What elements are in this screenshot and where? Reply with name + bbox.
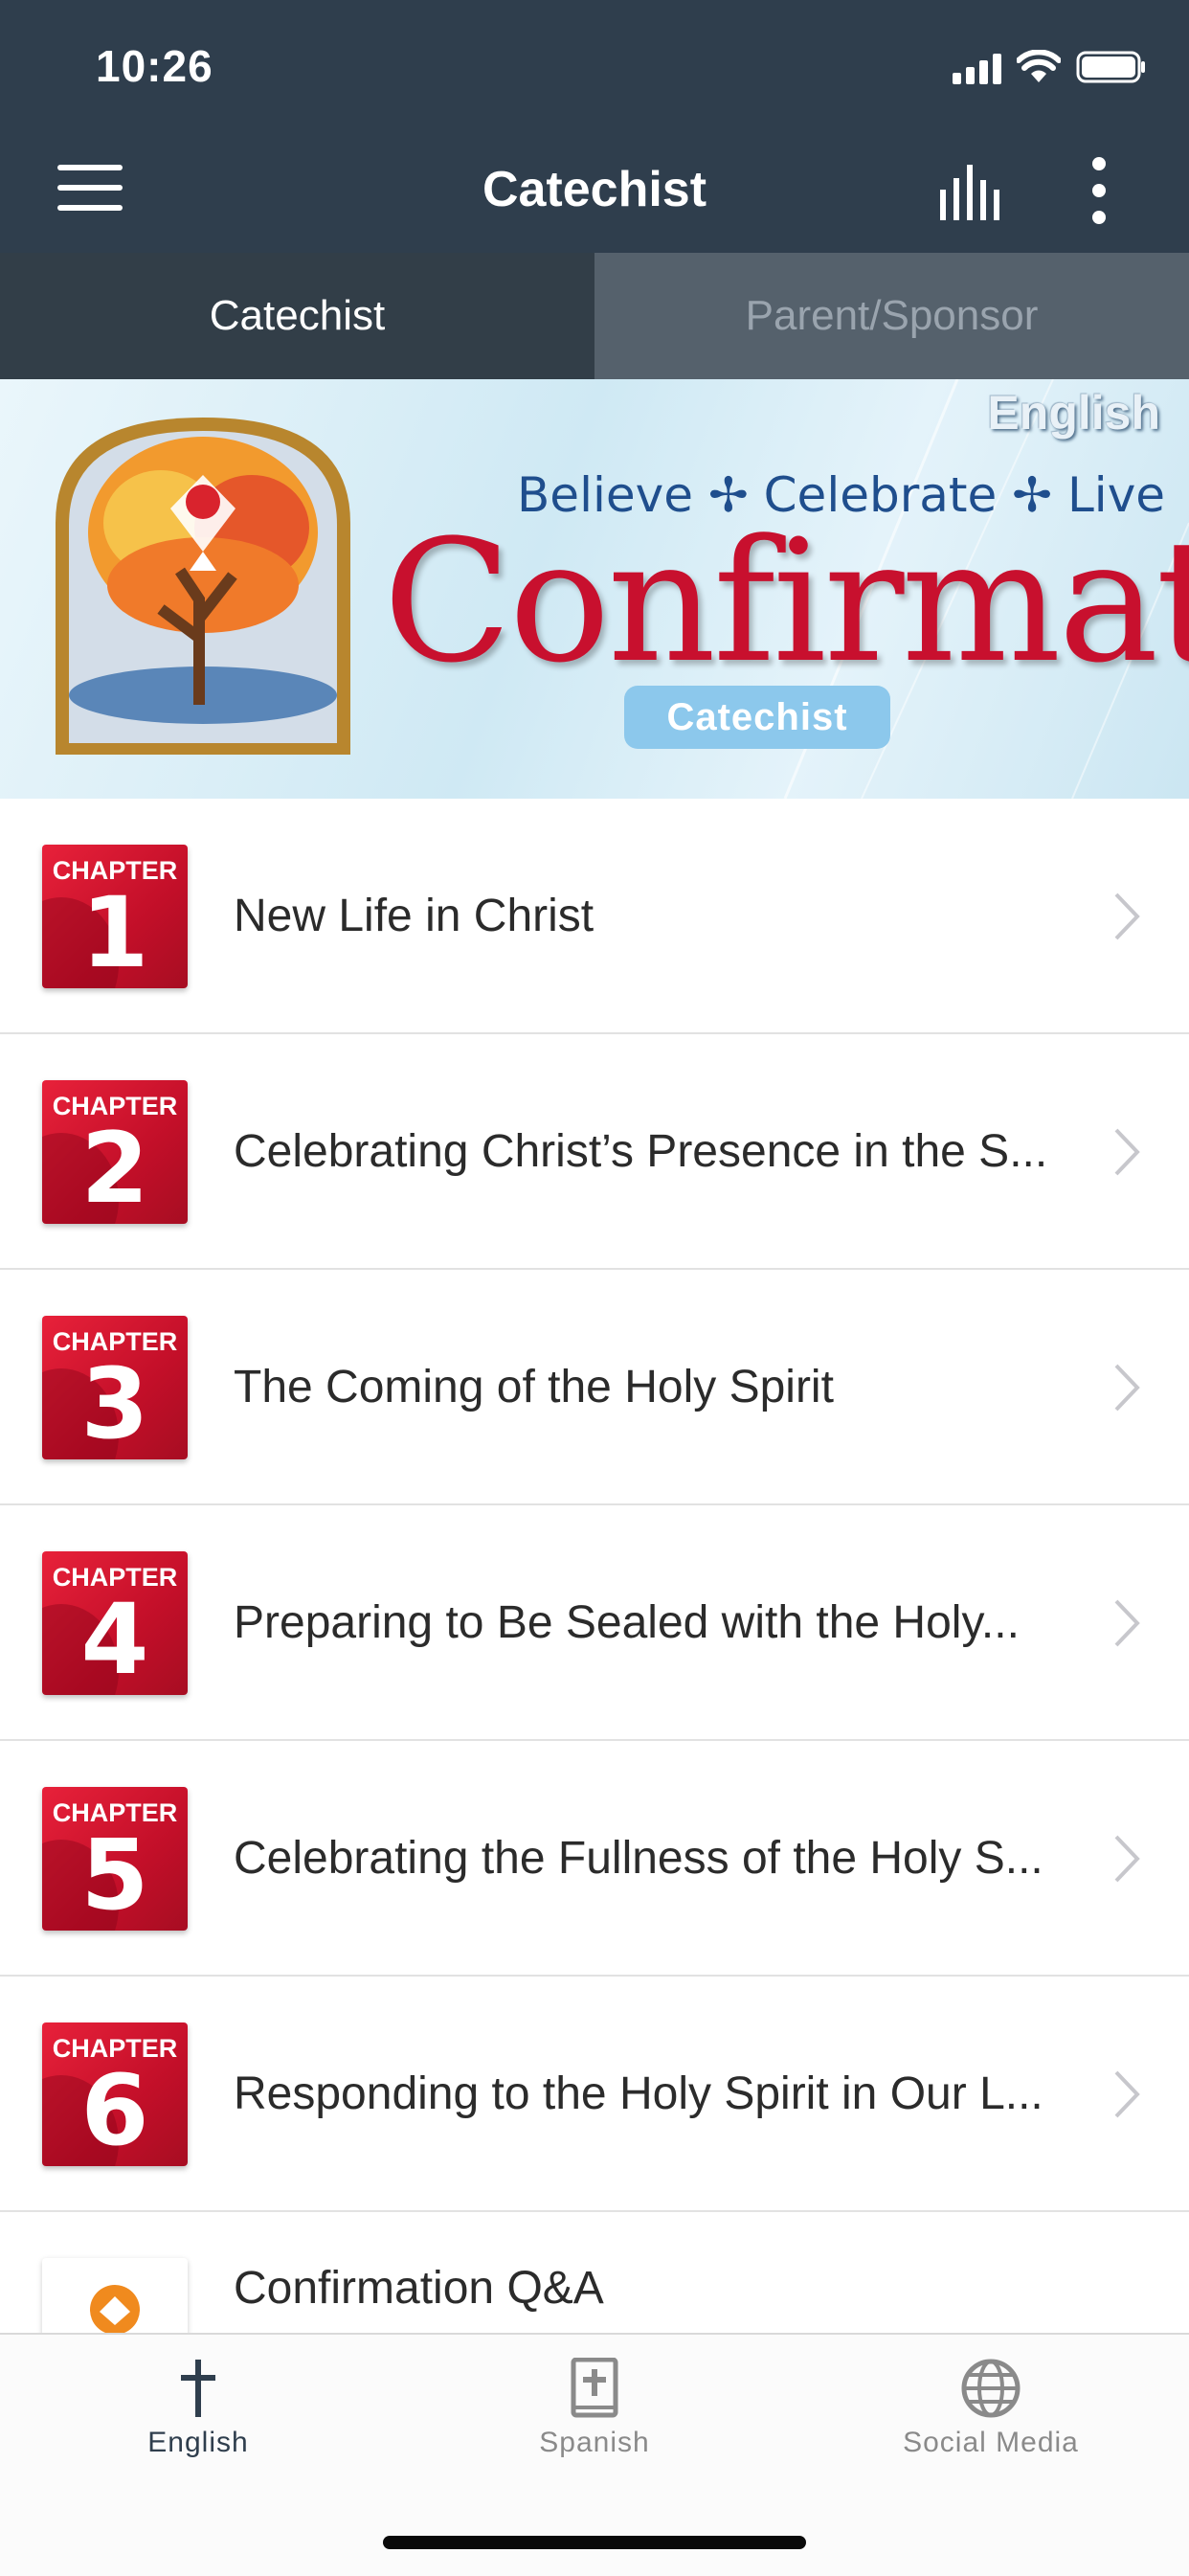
chapter-badge-number: 5 [80,1819,149,1931]
chevron-right-icon [1114,1128,1140,1176]
bar-chart-icon[interactable] [936,161,1005,220]
confirmation-banner: English Believe ✢ Celebrate ✢ Live Confi… [0,379,1189,799]
tab-catechist[interactable]: Catechist [0,253,594,379]
globe-icon [961,2359,1021,2418]
chapter-badge: CHAPTER 5 [42,1787,188,1931]
banner-title: Confirmation [383,504,1189,700]
chevron-right-icon [1114,1599,1140,1647]
tab-english[interactable]: English [0,2358,396,2501]
chapter-title: The Coming of the Holy Spirit [234,1361,834,1412]
chapter-badge: CHAPTER 6 [42,2022,188,2166]
list-item[interactable]: CHAPTER 2 Celebrating Christ’s Presence … [0,1034,1189,1270]
chapter-badge: CHAPTER 2 [42,1080,188,1224]
qa-title: Confirmation Q&A [234,2263,604,2314]
tab-social-media[interactable]: Social Media [793,2358,1189,2501]
battery-icon [1076,51,1145,83]
chapter-title: Celebrating the Fullness of the Holy S..… [234,1832,1043,1884]
list-item[interactable]: CHAPTER 4 Preparing to Be Sealed with th… [0,1505,1189,1741]
status-time: 10:26 [96,41,213,91]
list-item[interactable]: CHAPTER 5 Celebrating the Fullness of th… [0,1741,1189,1977]
wifi-icon [1017,50,1061,82]
chapter-badge-number: 1 [80,876,149,988]
chapter-list: CHAPTER 1 New Life in Christ CHAPTER 2 C… [0,799,1189,2446]
chapter-badge-number: 4 [80,1583,149,1695]
chapter-title: Responding to the Holy Spirit in Our L..… [234,2068,1043,2119]
chapter-badge: CHAPTER 1 [42,845,188,988]
list-item[interactable]: CHAPTER 6 Responding to the Holy Spirit … [0,1977,1189,2212]
chapter-title: Preparing to Be Sealed with the Holy... [234,1596,1020,1648]
tab-spanish[interactable]: Spanish [396,2358,793,2501]
home-indicator [383,2536,806,2549]
chapter-title: Celebrating Christ’s Presence in the S..… [234,1125,1048,1177]
holy-spirit-window-illustration [56,418,350,755]
tab-english-label: English [147,2427,249,2458]
tab-parent-sponsor[interactable]: Parent/Sponsor [594,253,1189,379]
status-icons [953,46,1147,84]
chapter-badge: CHAPTER 3 [42,1316,188,1459]
chevron-right-icon [1114,1835,1140,1883]
chapter-badge-number: 2 [80,1112,149,1224]
page-title: Catechist [482,162,707,217]
top-bar: 10:26 Catechist [0,0,1189,253]
banner-role-badge: Catechist [624,686,890,749]
chevron-right-icon [1114,893,1140,940]
list-item[interactable]: CHAPTER 1 New Life in Christ [0,799,1189,1034]
chapter-badge-number: 6 [80,2054,149,2166]
banner-language: English [987,386,1160,440]
tab-spanish-label: Spanish [539,2427,650,2458]
audience-tabs: Catechist Parent/Sponsor [0,253,1189,379]
list-item[interactable]: CHAPTER 3 The Coming of the Holy Spirit [0,1270,1189,1505]
chapter-badge: CHAPTER 4 [42,1551,188,1695]
chapter-title: New Life in Christ [234,890,594,941]
cross-icon [181,2360,215,2417]
cellular-signal-icon [953,52,1001,84]
chapter-badge-number: 3 [80,1347,149,1459]
bible-icon [571,2358,618,2418]
tab-social-media-label: Social Media [903,2427,1079,2458]
nav-bar: Catechist [0,144,1189,239]
chevron-right-icon [1114,1364,1140,1412]
more-options-icon[interactable] [1082,157,1116,226]
chevron-right-icon [1114,2070,1140,2118]
